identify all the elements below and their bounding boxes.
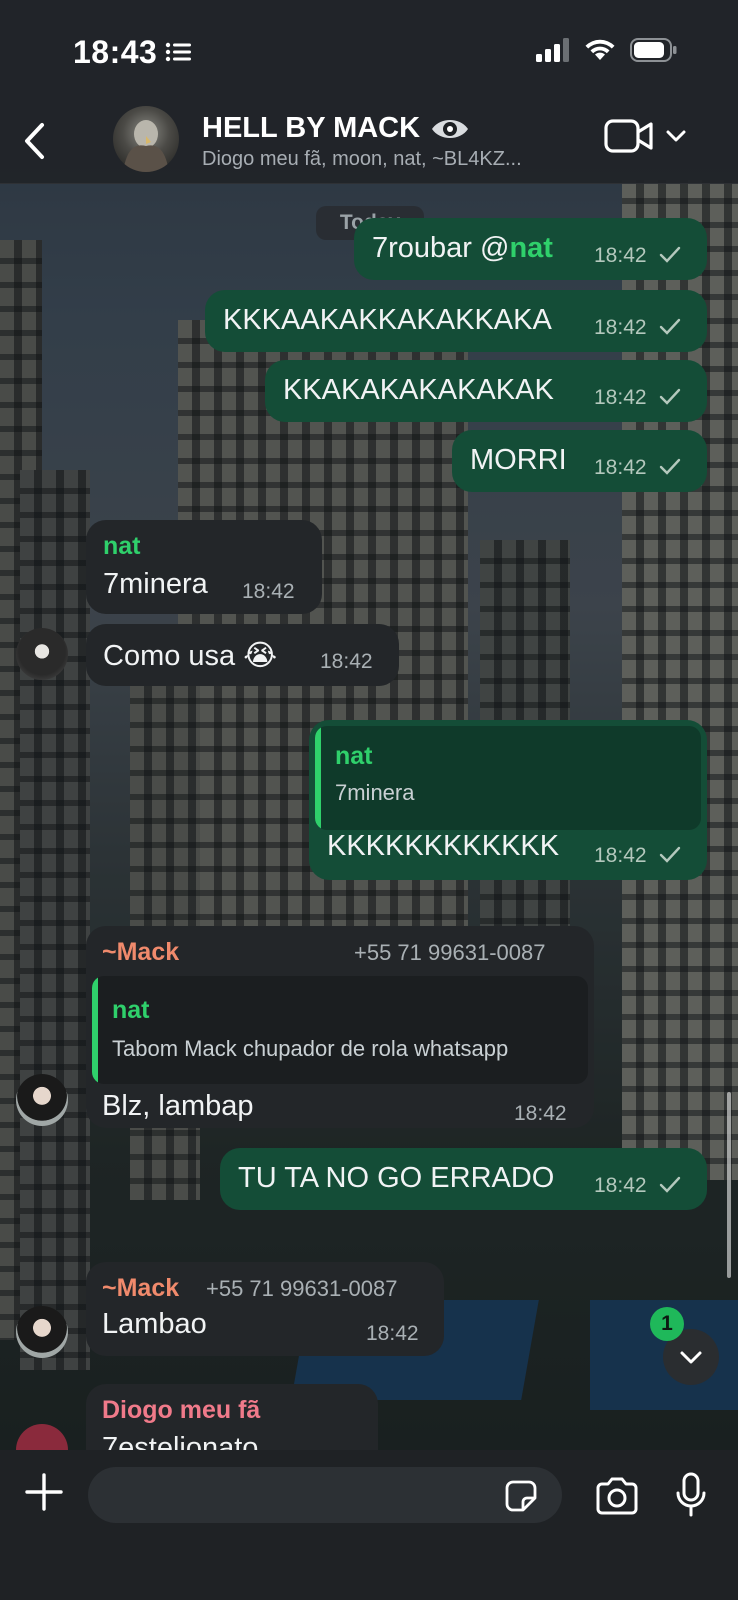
incoming-message[interactable]: Diogo meu fã 7estelionato	[86, 1384, 378, 1450]
message-time: 18:42	[594, 244, 647, 267]
mention-link[interactable]: nat	[509, 232, 553, 264]
incoming-message[interactable]: ~Mack +55 71 99631-0087 Lambao 18:42	[86, 1262, 444, 1356]
message-text: Como usa 😭	[103, 640, 278, 672]
message-time: 18:42	[594, 386, 647, 409]
focus-list-icon	[165, 42, 191, 62]
sticker-icon[interactable]	[503, 1478, 539, 1514]
message-text: KKAKAKAKAKAKAK	[283, 374, 554, 406]
camera-icon[interactable]	[594, 1476, 640, 1516]
quoted-sender: nat	[335, 742, 373, 770]
group-participants[interactable]: Diogo meu fã, moon, nat, ~BL4KZ...	[202, 148, 582, 171]
chevron-down-icon	[666, 130, 686, 142]
wifi-icon	[585, 39, 615, 60]
message-time: 18:42	[594, 316, 647, 339]
outgoing-message[interactable]: TU TA NO GO ERRADO 18:42	[220, 1148, 707, 1210]
eye-icon	[432, 120, 469, 139]
sender-avatar[interactable]	[16, 1424, 68, 1450]
sender-name[interactable]: Diogo meu fã	[102, 1396, 260, 1425]
message-text: Lambao	[102, 1308, 207, 1340]
outgoing-message[interactable]: KKAKAKAKAKAKAK 18:42	[265, 360, 707, 422]
incoming-message[interactable]: Como usa 😭 18:42	[86, 624, 399, 686]
status-time: 18:43	[73, 34, 158, 70]
message-time: 18:42	[514, 1102, 567, 1125]
message-text: KKKAAKAKKAKAKKAKA	[223, 304, 552, 336]
message-time: 18:42	[242, 580, 295, 603]
group-avatar[interactable]	[113, 106, 179, 172]
checkmark-icon	[659, 846, 681, 863]
message-text: 7roubar @nat	[372, 232, 553, 264]
checkmark-icon	[659, 388, 681, 405]
eagle-avatar-image	[123, 120, 169, 172]
message-input[interactable]	[88, 1467, 562, 1523]
unread-count-badge: 1	[650, 1307, 684, 1341]
incoming-reply-message[interactable]: ~Mack +55 71 99631-0087 nat Tabom Mack c…	[86, 926, 594, 1128]
message-text: KKKKKKKKKKKK	[327, 830, 560, 862]
status-indicators	[536, 38, 678, 62]
outgoing-reply-message[interactable]: nat 7minera KKKKKKKKKKKK 18:42	[309, 720, 707, 880]
group-title[interactable]: HELL BY MACK	[202, 112, 470, 145]
message-text: TU TA NO GO ERRADO	[238, 1162, 555, 1194]
quoted-message[interactable]: nat 7minera	[315, 726, 701, 830]
sender-avatar[interactable]	[16, 1306, 68, 1358]
composer-bar	[0, 1450, 738, 1600]
message-time: 18:42	[594, 1174, 647, 1197]
group-name-text: HELL BY MACK	[202, 112, 421, 144]
battery-icon	[630, 38, 677, 62]
sender-name[interactable]: nat	[103, 532, 141, 561]
quoted-text: 7minera	[335, 780, 415, 805]
back-icon	[25, 123, 44, 159]
message-text: 7minera	[103, 568, 208, 600]
message-list[interactable]: Today 7roubar @nat 18:42 KKKAAKAKKAKAKKA…	[0, 184, 738, 1450]
microphone-icon[interactable]	[674, 1472, 708, 1518]
message-text: MORRI	[470, 444, 567, 476]
back-button[interactable]	[14, 118, 54, 164]
sender-avatar[interactable]	[16, 628, 68, 680]
message-time: 18:42	[594, 456, 647, 479]
outgoing-message[interactable]: MORRI 18:42	[452, 430, 707, 492]
quoted-sender: nat	[112, 996, 150, 1024]
message-time: 18:42	[366, 1322, 419, 1345]
plus-icon[interactable]	[24, 1472, 64, 1512]
checkmark-icon	[659, 1176, 681, 1193]
quoted-message[interactable]: nat Tabom Mack chupador de rola whatsapp	[92, 976, 588, 1084]
incoming-message[interactable]: nat 7minera 18:42	[86, 520, 322, 614]
quoted-text: Tabom Mack chupador de rola whatsapp	[112, 1036, 509, 1061]
outgoing-message[interactable]: 7roubar @nat 18:42	[354, 218, 707, 280]
checkmark-icon	[659, 246, 681, 263]
message-time: 18:42	[594, 844, 647, 867]
sender-phone: +55 71 99631-0087	[354, 940, 546, 965]
video-call-button[interactable]	[604, 118, 686, 154]
checkmark-icon	[659, 458, 681, 475]
sender-avatar[interactable]	[16, 1074, 68, 1126]
chat-header: 18:43 HELL BY MACK Diogo meu fã, moon, n…	[0, 0, 738, 184]
message-text: Blz, lambap	[102, 1090, 254, 1122]
message-time: 18:42	[320, 650, 373, 673]
outgoing-message[interactable]: KKKAAKAKKAKAKKAKA 18:42	[205, 290, 707, 352]
chevron-down-icon	[680, 1351, 702, 1364]
sender-name[interactable]: ~Mack	[102, 938, 179, 967]
checkmark-icon	[659, 318, 681, 335]
scrollbar[interactable]	[727, 1092, 731, 1278]
message-text: 7estelionato	[102, 1432, 259, 1450]
signal-icon	[536, 38, 569, 62]
video-camera-icon	[604, 119, 653, 153]
sender-phone: +55 71 99631-0087	[206, 1276, 398, 1301]
sender-name[interactable]: ~Mack	[102, 1274, 179, 1303]
